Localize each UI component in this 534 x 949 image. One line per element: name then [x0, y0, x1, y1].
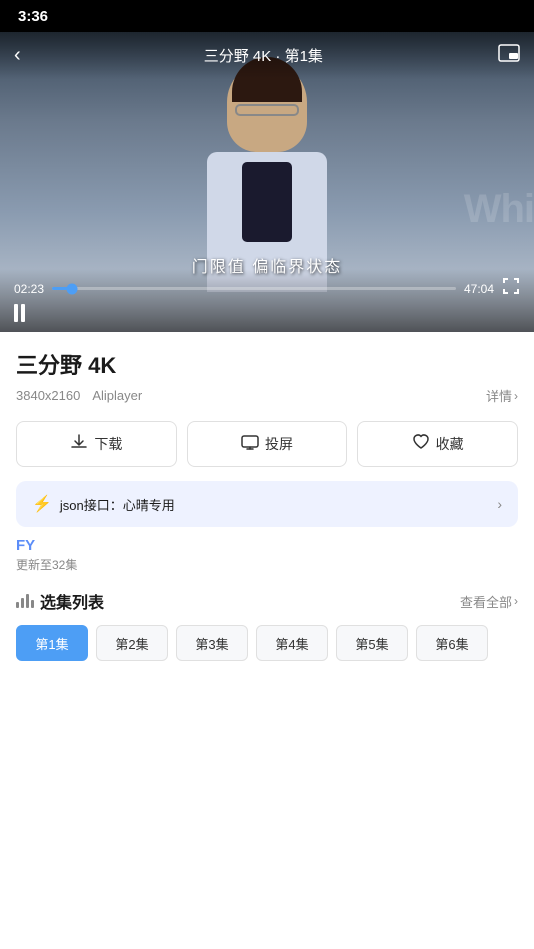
episode-item[interactable]: 第5集 [336, 625, 408, 661]
video-player[interactable]: Whi ‹ 三分野 4K · 第1集 门限值 偏临界状态 02:23 47:04 [0, 32, 534, 332]
back-button[interactable]: ‹ [14, 44, 21, 67]
progress-bar-container[interactable]: 02:23 47:04 [14, 277, 520, 300]
video-title: 三分野 4K · 第1集 [204, 45, 323, 66]
episode-item[interactable]: 第4集 [256, 625, 328, 661]
heart-icon [412, 433, 430, 456]
content-area: 三分野 4K 3840x2160 Aliplayer 详情 › [0, 332, 534, 405]
pause-bar-2 [21, 304, 25, 322]
lightning-icon: ⚡ [32, 494, 52, 514]
whi-overlay: Whi [464, 187, 534, 232]
bar-chart-icon [16, 594, 34, 608]
episode-item[interactable]: 第6集 [416, 625, 488, 661]
json-label: json接口：心晴专用 [60, 495, 175, 514]
status-bar: 3:36 [0, 0, 534, 32]
pause-icon [14, 304, 25, 322]
episode-header: 选集列表 查看全部 › [16, 589, 518, 613]
fullscreen-button[interactable] [502, 277, 520, 300]
video-top-bar: ‹ 三分野 4K · 第1集 [0, 32, 534, 79]
episode-section: 选集列表 查看全部 › 第1集第2集第3集第4集第5集第6集 [0, 577, 534, 669]
favorite-button[interactable]: 收藏 [357, 421, 518, 467]
pip-button[interactable] [498, 44, 520, 67]
view-all-chevron-icon: › [514, 594, 518, 608]
controls-row [14, 304, 520, 322]
cast-button[interactable]: 投屏 [187, 421, 348, 467]
episode-list: 第1集第2集第3集第4集第5集第6集 [16, 625, 518, 669]
download-button[interactable]: 下载 [16, 421, 177, 467]
source-info: FY 更新至32集 [0, 527, 534, 577]
video-controls: 02:23 47:04 [0, 269, 534, 332]
json-arrow-icon: › [497, 496, 502, 512]
source-name: FY [16, 537, 518, 554]
detail-link[interactable]: 详情 › [486, 386, 518, 405]
bar1 [16, 602, 19, 608]
video-meta: 3840x2160 Aliplayer 详情 › [16, 386, 518, 405]
current-time: 02:23 [14, 282, 44, 296]
episode-title: 选集列表 [16, 589, 104, 613]
source-update: 更新至32集 [16, 556, 518, 573]
json-banner[interactable]: ⚡ json接口：心晴专用 › [16, 481, 518, 527]
total-time: 47:04 [464, 282, 494, 296]
play-pause-button[interactable] [14, 304, 25, 322]
bar3 [26, 594, 29, 608]
episode-item[interactable]: 第1集 [16, 625, 88, 661]
view-all-link[interactable]: 查看全部 › [460, 592, 518, 611]
video-resolution: 3840x2160 [16, 388, 80, 403]
pause-bar-1 [14, 304, 18, 322]
action-buttons: 下载 投屏 收藏 [16, 421, 518, 467]
video-person-figure [177, 62, 357, 282]
progress-dot [67, 283, 78, 294]
person-glasses [235, 104, 299, 116]
progress-track[interactable] [52, 287, 456, 290]
episode-item[interactable]: 第2集 [96, 625, 168, 661]
episode-item[interactable]: 第3集 [176, 625, 248, 661]
download-icon [70, 433, 88, 456]
bar4 [31, 600, 34, 608]
cast-icon [241, 433, 259, 456]
person-inner [242, 162, 292, 242]
detail-chevron-icon: › [514, 389, 518, 403]
video-main-title: 三分野 4K [16, 348, 518, 380]
video-player-name: Aliplayer [92, 388, 142, 403]
status-time: 3:36 [18, 8, 48, 25]
bar2 [21, 598, 24, 608]
